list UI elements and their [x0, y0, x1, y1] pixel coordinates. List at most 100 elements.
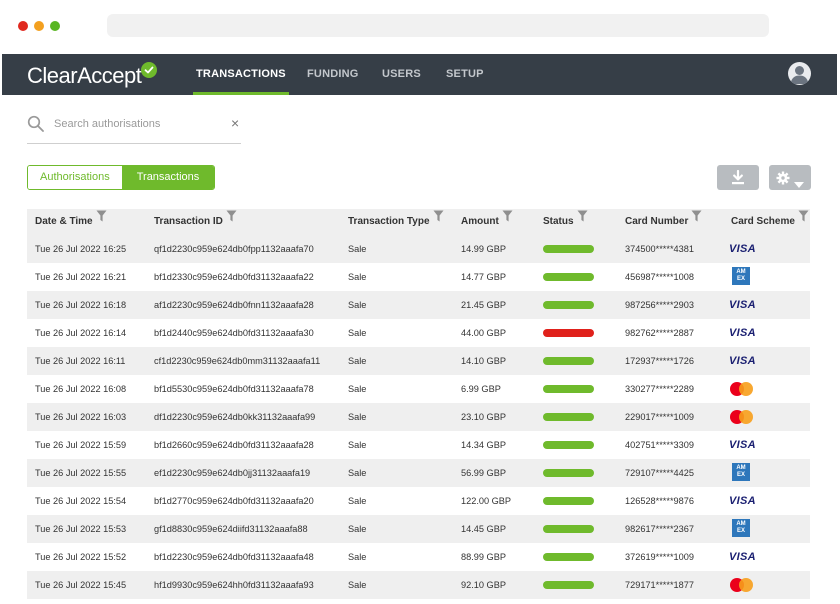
nav-transactions[interactable]: TRANSACTIONS	[193, 54, 289, 95]
status-success-indicator	[543, 497, 594, 505]
table-row[interactable]: Tue 26 Jul 2022 15:52 bf1d2230c959e624db0…	[27, 543, 810, 571]
filter-icon[interactable]	[96, 207, 107, 233]
user-avatar-icon[interactable]	[788, 62, 811, 85]
cell-card-number: 987256*****2903	[625, 300, 694, 310]
table-row[interactable]: Tue 26 Jul 2022 16:21 bf1d2330c959e624db0…	[27, 263, 810, 291]
cell-transaction-id: bf1d2330c959e624db0fd31132aaafa22	[154, 272, 314, 282]
cell-transaction-id: hf1d9930c959e624hh0fd31132aaafa93	[154, 580, 314, 590]
filter-icon[interactable]	[433, 207, 444, 233]
column-header-date-time[interactable]: Date & Time	[35, 209, 107, 235]
table-row[interactable]: Tue 26 Jul 2022 15:55 ef1d2230c959e624db0…	[27, 459, 810, 487]
cell-card-number: 982762*****2887	[625, 328, 694, 338]
app-logo[interactable]: ClearAccept	[27, 63, 142, 89]
cell-card-number: 330277*****2289	[625, 384, 694, 394]
chevron-down-icon	[794, 175, 804, 193]
toggle-transactions[interactable]: Transactions	[121, 166, 215, 189]
search-input[interactable]	[54, 115, 214, 133]
cell-card-number: 172937*****1726	[625, 356, 694, 366]
transactions-table: Date & Time Transaction ID Transaction Typ…	[27, 209, 810, 599]
cell-card-number: 729107*****4425	[625, 468, 694, 478]
cell-transaction-type: Sale	[348, 440, 367, 450]
column-header-transaction-id[interactable]: Transaction ID	[154, 209, 237, 235]
download-button[interactable]	[717, 165, 759, 190]
cell-amount: 21.45 GBP	[461, 300, 506, 310]
cell-transaction-id: qf1d2230c959e624db0fpp1132aaafa70	[154, 244, 314, 254]
cell-date-time: Tue 26 Jul 2022 16:08	[35, 384, 127, 394]
filter-icon[interactable]	[798, 207, 809, 233]
cell-date-time: Tue 26 Jul 2022 16:11	[35, 356, 126, 366]
cell-card-number: 982617*****2367	[625, 524, 694, 534]
close-window-button[interactable]	[18, 21, 28, 31]
cell-card-number: 729171*****1877	[625, 580, 694, 590]
status-success-indicator	[543, 525, 594, 533]
cell-transaction-id: bf1d2440c959e624db0fd31132aaafa30	[154, 328, 314, 338]
table-row[interactable]: Tue 26 Jul 2022 15:54 bf1d2770c959e624db0…	[27, 487, 810, 515]
status-success-indicator	[543, 553, 594, 561]
maximize-window-button[interactable]	[50, 21, 60, 31]
status-success-indicator	[543, 413, 594, 421]
cell-transaction-id: bf1d2230c959e624db0fd31132aaafa48	[154, 552, 314, 562]
amex-logo-icon: AM EX	[732, 267, 750, 285]
nav-setup[interactable]: SETUP	[446, 54, 484, 95]
column-header-label: Amount	[461, 216, 499, 227]
status-success-indicator	[543, 581, 594, 589]
filter-icon[interactable]	[226, 207, 237, 233]
column-header-amount[interactable]: Amount	[461, 209, 513, 235]
nav-users[interactable]: USERS	[382, 54, 421, 95]
column-header-label: Date & Time	[35, 216, 93, 227]
cell-transaction-id: bf1d2770c959e624db0fd31132aaafa20	[154, 496, 314, 506]
column-header-transaction-type[interactable]: Transaction Type	[348, 209, 444, 235]
column-header-label: Card Scheme	[731, 216, 795, 227]
cell-amount: 14.77 GBP	[461, 272, 506, 282]
cell-transaction-id: gf1d8830c959e624diifd31132aaafa88	[154, 524, 308, 534]
table-body: Tue 26 Jul 2022 16:25 qf1d2230c959e624db0…	[27, 235, 810, 599]
cell-transaction-type: Sale	[348, 580, 367, 590]
cell-transaction-type: Sale	[348, 328, 367, 338]
settings-button[interactable]	[769, 165, 811, 190]
cell-transaction-type: Sale	[348, 384, 367, 394]
cell-transaction-id: bf1d2660c959e624db0fd31132aaafa28	[154, 440, 314, 450]
filter-icon[interactable]	[577, 207, 588, 233]
filter-icon[interactable]	[691, 207, 702, 233]
view-toggle: Authorisations Transactions	[27, 165, 216, 190]
visa-logo-icon: VISA	[729, 299, 756, 311]
table-row[interactable]: Tue 26 Jul 2022 15:53 gf1d8830c959e624dii…	[27, 515, 810, 543]
table-row[interactable]: Tue 26 Jul 2022 16:08 bf1d5530c959e624db0…	[27, 375, 810, 403]
cell-transaction-id: bf1d5530c959e624db0fd31132aaafa78	[154, 384, 314, 394]
table-row[interactable]: Tue 26 Jul 2022 15:59 bf1d2660c959e624db0…	[27, 431, 810, 459]
column-header-card-scheme[interactable]: Card Scheme	[731, 209, 809, 235]
amex-logo-icon: AM EX	[732, 519, 750, 537]
status-success-indicator	[543, 301, 594, 309]
download-icon	[731, 169, 745, 190]
minimize-window-button[interactable]	[34, 21, 44, 31]
cell-amount: 14.99 GBP	[461, 244, 506, 254]
table-row[interactable]: Tue 26 Jul 2022 16:14 bf1d2440c959e624db0…	[27, 319, 810, 347]
status-success-indicator	[543, 441, 594, 449]
cell-date-time: Tue 26 Jul 2022 15:59	[35, 440, 127, 450]
table-row[interactable]: Tue 26 Jul 2022 16:03 df1d2230c959e624db0…	[27, 403, 810, 431]
table-row[interactable]: Tue 26 Jul 2022 15:45 hf1d9930c959e624hh0…	[27, 571, 810, 599]
toggle-authorisations[interactable]: Authorisations	[28, 166, 122, 189]
cell-amount: 6.99 GBP	[461, 384, 501, 394]
table-header: Date & Time Transaction ID Transaction Typ…	[27, 209, 810, 235]
cell-card-number: 456987*****1008	[625, 272, 694, 282]
table-row[interactable]: Tue 26 Jul 2022 16:11 cf1d2230c959e624db0…	[27, 347, 810, 375]
clear-search-icon[interactable]: ×	[231, 115, 239, 131]
status-success-indicator	[543, 273, 594, 281]
column-header-status[interactable]: Status	[543, 209, 588, 235]
cell-amount: 44.00 GBP	[461, 328, 506, 338]
cell-amount: 14.45 GBP	[461, 524, 506, 534]
filter-icon[interactable]	[502, 207, 513, 233]
cell-date-time: Tue 26 Jul 2022 16:25	[35, 244, 127, 254]
search-box: ×	[27, 108, 241, 144]
cell-transaction-type: Sale	[348, 356, 367, 366]
cell-card-number: 402751*****3309	[625, 440, 694, 450]
status-success-indicator	[543, 469, 594, 477]
cell-transaction-type: Sale	[348, 244, 367, 254]
table-row[interactable]: Tue 26 Jul 2022 16:18 af1d2230c959e624db0…	[27, 291, 810, 319]
address-bar[interactable]	[107, 14, 769, 37]
cell-date-time: Tue 26 Jul 2022 15:52	[35, 552, 127, 562]
nav-funding[interactable]: FUNDING	[307, 54, 359, 95]
table-row[interactable]: Tue 26 Jul 2022 16:25 qf1d2230c959e624db0…	[27, 235, 810, 263]
column-header-card-number[interactable]: Card Number	[625, 209, 702, 235]
